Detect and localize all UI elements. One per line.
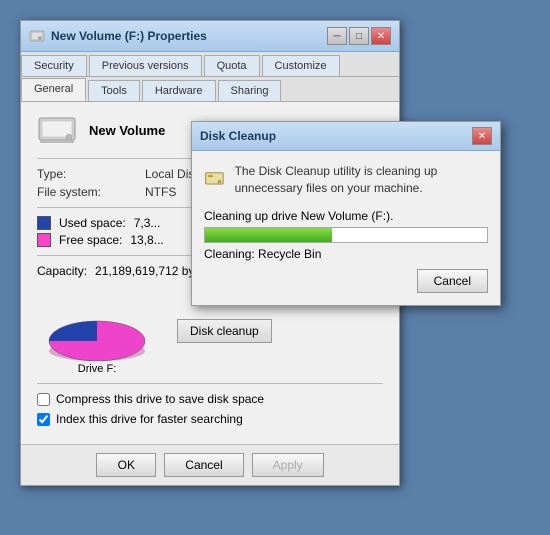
index-checkbox-row: Index this drive for faster searching [37, 412, 383, 426]
popup-message: The Disk Cleanup utility is cleaning up … [235, 163, 488, 197]
main-window-title: New Volume (F:) Properties [51, 29, 207, 43]
tab-customize[interactable]: Customize [262, 55, 340, 76]
compress-checkbox-row: Compress this drive to save disk space [37, 392, 383, 406]
pie-chart [37, 286, 157, 361]
used-color-box [37, 216, 51, 230]
pie-section: Drive F: [37, 286, 157, 375]
fs-label: File system: [37, 185, 137, 199]
main-window: New Volume (F:) Properties ─ □ ✕ Securit… [20, 20, 400, 486]
cleaning-status: Cleaning: Recycle Bin [204, 247, 488, 261]
popup-title-bar: Disk Cleanup ✕ [192, 122, 500, 151]
used-value: 7,3... [134, 216, 161, 230]
tab-quota[interactable]: Quota [204, 55, 260, 76]
action-bar: OK Cancel Apply [21, 444, 399, 485]
drive-icon [37, 114, 77, 146]
apply-button[interactable]: Apply [252, 453, 324, 477]
tab-previous-versions[interactable]: Previous versions [89, 55, 202, 76]
popup-disk-icon [204, 163, 225, 195]
compress-label: Compress this drive to save disk space [56, 392, 264, 406]
popup-content: The Disk Cleanup utility is cleaning up … [192, 151, 500, 305]
tab-security[interactable]: Security [21, 55, 87, 76]
tabs-row1: Security Previous versions Quota Customi… [21, 52, 399, 77]
progress-bar-outer [204, 227, 488, 243]
used-label: Used space: [59, 216, 126, 230]
tabs-row2: General Tools Hardware Sharing [21, 77, 399, 102]
tab-hardware[interactable]: Hardware [142, 80, 216, 101]
progress-section: Cleaning up drive New Volume (F:). Clean… [204, 209, 488, 261]
close-button[interactable]: ✕ [371, 27, 391, 45]
title-bar-buttons: ─ □ ✕ [327, 27, 391, 45]
cancel-button[interactable]: Cancel [164, 453, 243, 477]
type-label: Type: [37, 167, 137, 181]
popup-cancel-button[interactable]: Cancel [417, 269, 488, 293]
title-bar: New Volume (F:) Properties ─ □ ✕ [21, 21, 399, 52]
minimize-button[interactable]: ─ [327, 27, 347, 45]
compress-checkbox[interactable] [37, 393, 50, 406]
free-label: Free space: [59, 233, 122, 247]
tab-tools[interactable]: Tools [88, 80, 140, 101]
free-color-box [37, 233, 51, 247]
popup-window: Disk Cleanup ✕ The Disk Cleanup utility … [191, 121, 501, 306]
disk-cleanup-button[interactable]: Disk cleanup [177, 319, 272, 343]
index-checkbox[interactable] [37, 413, 50, 426]
index-label: Index this drive for faster searching [56, 412, 243, 426]
bottom-separator [37, 383, 383, 384]
progress-bar-inner [205, 228, 332, 242]
drive-name: New Volume [89, 123, 165, 138]
capacity-label: Capacity: [37, 264, 87, 278]
popup-btn-row: Cancel [204, 269, 488, 293]
popup-top: The Disk Cleanup utility is cleaning up … [204, 163, 488, 197]
maximize-button[interactable]: □ [349, 27, 369, 45]
popup-title: Disk Cleanup [200, 129, 276, 143]
tab-sharing[interactable]: Sharing [218, 80, 282, 101]
popup-close-button[interactable]: ✕ [472, 127, 492, 145]
title-bar-left: New Volume (F:) Properties [29, 28, 207, 44]
drive-label: Drive F: [78, 363, 117, 375]
ok-button[interactable]: OK [96, 453, 156, 477]
title-drive-icon [29, 28, 45, 44]
tab-general[interactable]: General [21, 78, 86, 101]
progress-label: Cleaning up drive New Volume (F:). [204, 209, 488, 223]
free-value: 13,8... [130, 233, 163, 247]
